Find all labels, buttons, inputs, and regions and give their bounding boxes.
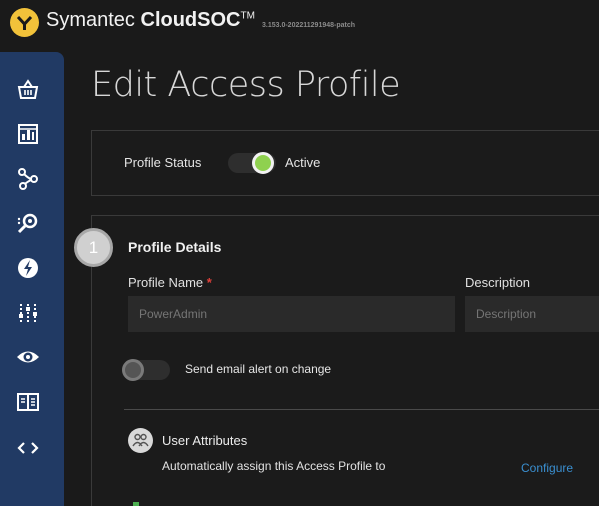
description-label: Description — [465, 275, 531, 290]
brand-trademark: TM — [240, 10, 255, 22]
brand-product: CloudSOC — [140, 9, 241, 31]
user-attributes-description: Automatically assign this Access Profile… — [162, 459, 386, 473]
profile-name-label-text: Profile Name — [128, 275, 204, 290]
divider — [124, 409, 599, 410]
partial-indicator — [133, 502, 139, 506]
toggle-knob — [252, 152, 274, 174]
page-title: Edit Access Profile — [91, 65, 401, 105]
step-number-badge: 1 — [74, 228, 113, 267]
sliders-icon[interactable] — [16, 301, 40, 325]
basket-icon[interactable] — [16, 78, 40, 102]
investigate-search-icon[interactable] — [16, 211, 40, 235]
eye-icon[interactable] — [16, 345, 40, 369]
toggle-knob — [122, 359, 144, 381]
profile-name-label: Profile Name * — [128, 275, 212, 290]
code-brackets-icon[interactable] — [16, 436, 40, 460]
top-bar: Symantec CloudSOCTM 3.153.0-202211291948… — [0, 0, 599, 52]
description-input[interactable] — [465, 296, 599, 332]
profile-status-label: Profile Status — [124, 155, 202, 170]
version-label: 3.153.0-202211291948-patch — [262, 22, 356, 29]
brand-prefix: Symantec — [46, 9, 135, 31]
lightning-icon[interactable] — [16, 256, 40, 280]
book-icon[interactable] — [16, 390, 40, 414]
brand-name: Symantec CloudSOCTM — [46, 9, 255, 32]
configure-link[interactable]: Configure — [521, 461, 573, 475]
email-alert-label: Send email alert on change — [185, 362, 332, 376]
sidebar — [0, 52, 64, 506]
user-attributes-title: User Attributes — [162, 433, 248, 448]
user-group-icon — [128, 428, 153, 453]
profile-status-toggle[interactable] — [228, 152, 276, 174]
cloud-network-icon[interactable] — [16, 167, 40, 191]
profile-name-input[interactable] — [128, 296, 455, 332]
required-marker: * — [206, 275, 212, 290]
symantec-logo-icon — [10, 8, 39, 37]
dashboard-chart-icon[interactable] — [16, 122, 40, 146]
email-alert-toggle[interactable] — [122, 359, 170, 381]
section-title: Profile Details — [128, 239, 222, 255]
profile-status-value: Active — [285, 155, 321, 170]
